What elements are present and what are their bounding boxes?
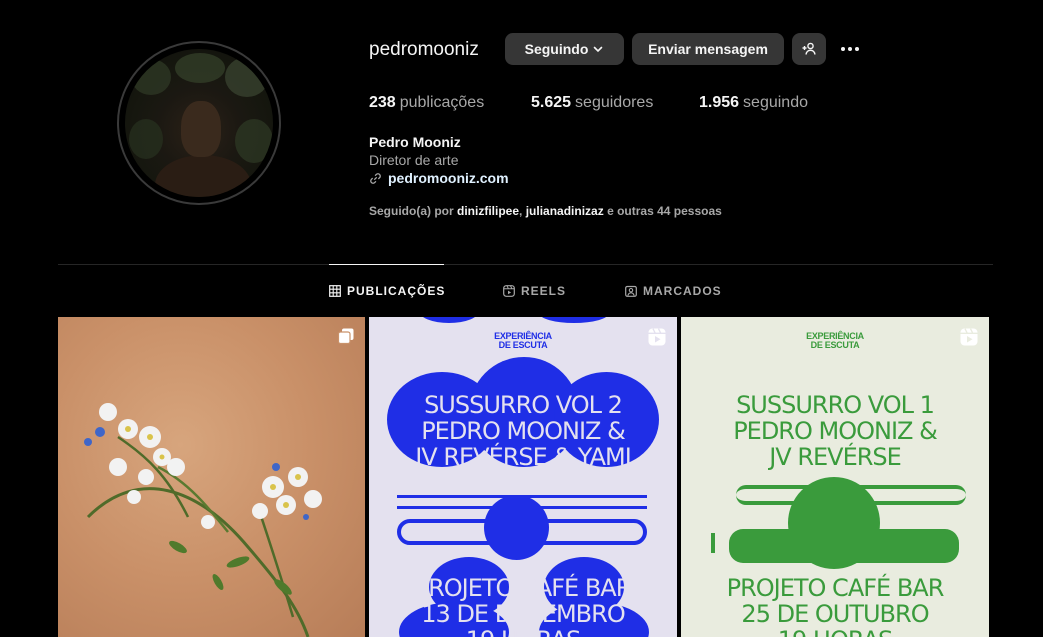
poster-blob — [419, 317, 479, 323]
tab-label: MARCADOS — [643, 284, 722, 298]
profile-avatar[interactable] — [117, 41, 281, 205]
tab-publicacoes[interactable]: PUBLICAÇÕES — [329, 284, 445, 298]
grid-icon — [329, 285, 341, 297]
profile-website-link[interactable]: pedromooniz.com — [369, 170, 509, 186]
followed-by-text: Seguido(a) por dinizfilipee, julianadini… — [369, 204, 722, 218]
send-message-label: Enviar mensagem — [648, 41, 768, 57]
followers-stat[interactable]: 5.625 seguidores — [531, 94, 653, 112]
tab-reels[interactable]: REELS — [503, 284, 566, 298]
poster-footer: PROJETO CAFÉ BAR 25 DE OUTUBRO 19 HORAS — [726, 574, 945, 637]
active-tab-indicator — [329, 264, 444, 265]
more-dot-icon — [855, 47, 859, 51]
reel-icon — [960, 328, 978, 346]
more-options-button[interactable] — [836, 36, 864, 62]
send-message-button[interactable]: Enviar mensagem — [632, 33, 784, 65]
poster-tick — [711, 533, 715, 553]
profile-bio: Diretor de arte — [369, 152, 459, 168]
tab-label: PUBLICAÇÕES — [347, 284, 446, 298]
following-button-label: Seguindo — [524, 41, 589, 57]
website-text: pedromooniz.com — [388, 170, 509, 186]
following-count: 1.956 — [699, 94, 740, 111]
post-thumbnail[interactable]: EXPERIÊNCIA DE ESCUTA SUSSURRO VOL 1 PED… — [681, 317, 989, 637]
posts-stat: 238 publicações — [369, 94, 484, 112]
more-dot-icon — [848, 47, 852, 51]
chevron-down-icon — [594, 46, 603, 53]
posts-label: publicações — [399, 94, 485, 111]
followers-count: 5.625 — [531, 94, 572, 111]
followed-by-separator: , — [519, 204, 523, 218]
flowers-photo — [84, 403, 322, 637]
followed-by-suffix: e outras 44 pessoas — [607, 204, 722, 218]
followed-by-user-link[interactable]: dinizfilipee — [457, 204, 519, 218]
poster-eyebrow: EXPERIÊNCIA DE ESCUTA — [494, 331, 552, 350]
followers-label: seguidores — [575, 94, 654, 111]
poster-stripe — [397, 495, 647, 509]
posts-count: 238 — [369, 94, 396, 111]
reel-icon — [648, 328, 666, 346]
post-thumbnail[interactable]: EXPERIÊNCIA DE ESCUTA SUSSURRO VOL 2 PED… — [369, 317, 677, 637]
poster-eyebrow: EXPERIÊNCIA DE ESCUTA — [806, 331, 864, 350]
avatar-image — [125, 49, 273, 197]
tab-label: REELS — [521, 284, 567, 298]
post-thumbnail[interactable] — [58, 317, 365, 637]
poster-headline: SUSSURRO VOL 1 PEDRO MOONIZ & JV REVÉRSE — [733, 391, 938, 471]
suggest-users-button[interactable] — [792, 33, 826, 65]
poster-blob — [539, 317, 609, 323]
followed-by-prefix: Seguido(a) por — [369, 204, 454, 218]
following-button[interactable]: Seguindo — [505, 33, 624, 65]
tagged-icon — [625, 285, 637, 297]
profile-full-name: Pedro Mooniz — [369, 134, 461, 150]
profile-username: pedromooniz — [369, 39, 479, 60]
poster-vol-mark — [397, 519, 647, 545]
reels-icon — [503, 285, 515, 297]
poster-footer: PROJETO CAFÉ BAR 13 DE DEZEMBRO 19 HORAS — [414, 574, 633, 637]
poster-headline: SUSSURRO VOL 2 PEDRO MOONIZ & JV REVÉRSE… — [415, 391, 632, 471]
add-person-icon — [802, 42, 816, 55]
poster-blob — [788, 477, 880, 569]
followed-by-user-link[interactable]: julianadinizaz — [526, 204, 604, 218]
more-dot-icon — [841, 47, 845, 51]
following-stat[interactable]: 1.956 seguindo — [699, 94, 808, 112]
tab-marcados[interactable]: MARCADOS — [625, 284, 722, 298]
carousel-icon — [337, 328, 354, 345]
following-label: seguindo — [743, 94, 808, 111]
link-icon — [370, 172, 381, 184]
tabs-divider — [58, 264, 993, 265]
